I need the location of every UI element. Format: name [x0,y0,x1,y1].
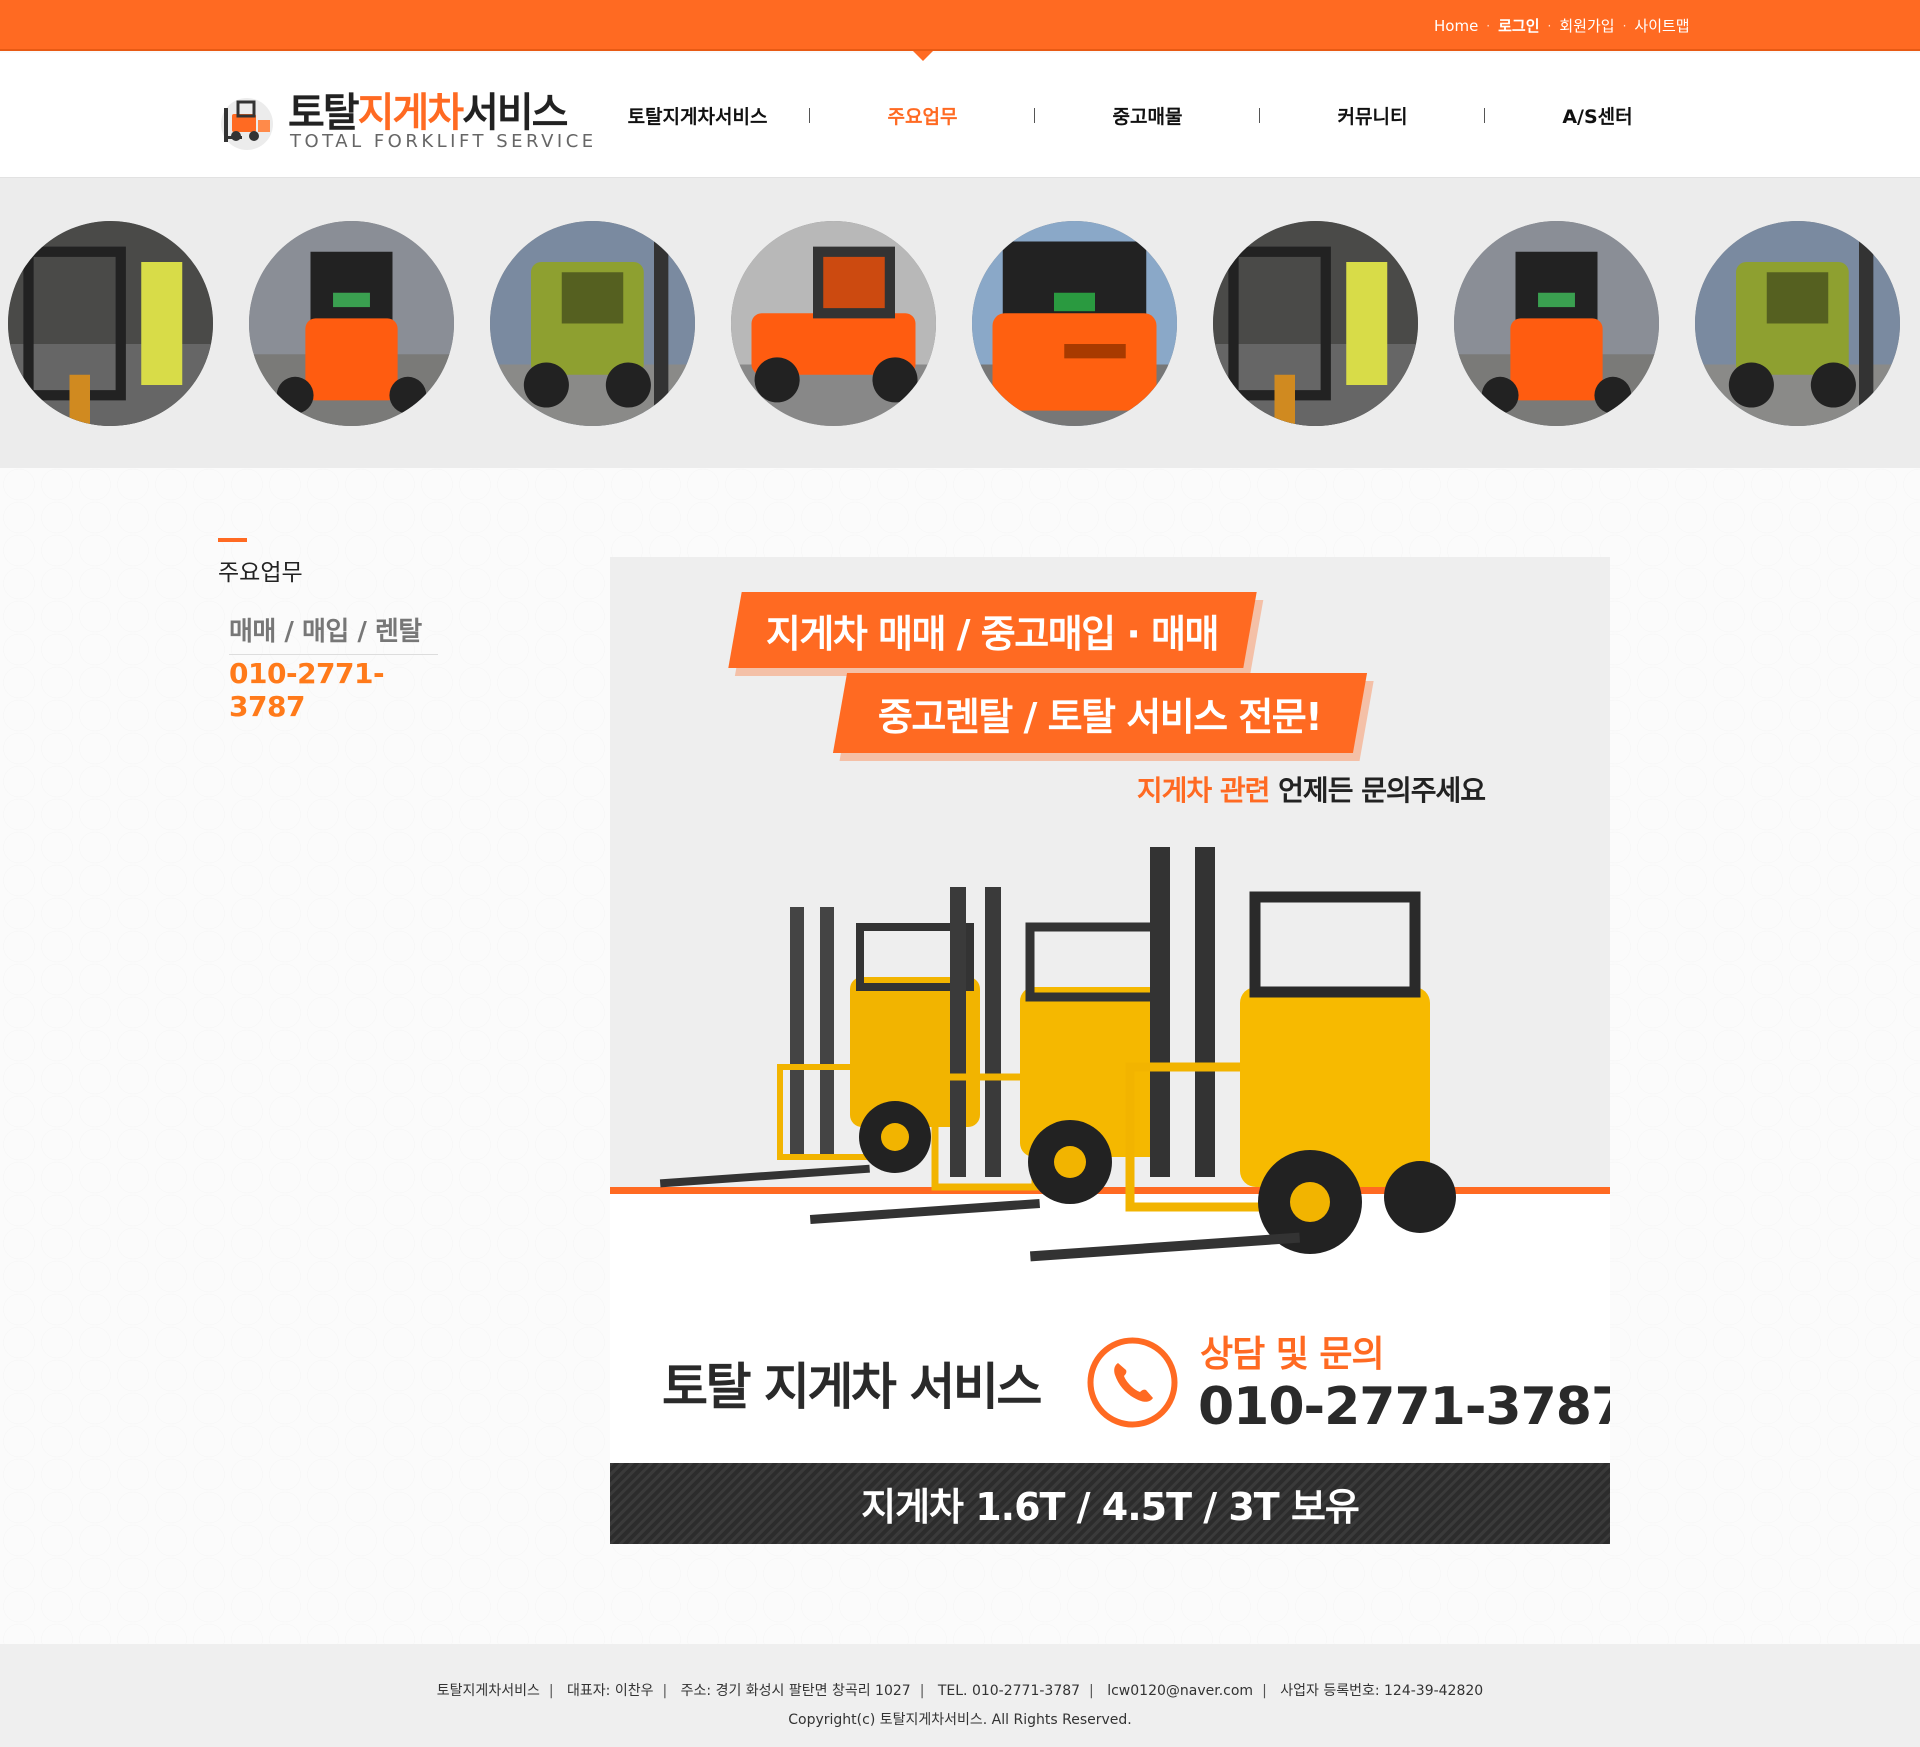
footer: 토탈지게차서비스 | 대표자: 이찬우 | 주소: 경기 화성시 팔탄면 창곡리 1… [0,1644,1920,1747]
banner-inventory-bar: 지게차 1.6T / 4.5T / 3T 보유 [610,1463,1610,1544]
sidebar-phone: 010-2771-3787 [229,654,438,723]
sidebar: 주요업무 매매 / 매입 / 렌탈 010-2771-3787 [218,538,448,723]
carousel-photo[interactable] [1695,221,1900,426]
footer-company-info: 토탈지게차서비스 | 대표자: 이찬우 | 주소: 경기 화성시 팔탄면 창곡리 1… [436,1683,1484,1699]
phone-icon [1087,1337,1178,1428]
carousel-photo[interactable] [490,221,695,426]
sidebar-accent-bar [218,538,247,542]
banner-ribbon-2: 중고렌탈 / 토탈 서비스 전문! [832,673,1368,753]
carousel-photo[interactable] [972,221,1177,426]
sidebar-title: 주요업무 [218,560,303,586]
banner-consult-label: 상담 및 문의 [1200,1334,1385,1375]
promo-banner: 지게차 매매 / 중고매입 · 매매 중고렌탈 / 토탈 서비스 전문! 지게차… [610,557,1610,1544]
carousel-photo[interactable] [249,221,454,426]
nav-item-community[interactable]: 커뮤니티 [1260,53,1485,178]
banner-company-name: 토탈 지게차 서비스 [662,1358,1042,1416]
footer-copyright: Copyright(c) 토탈지게차서비스. All Rights Reserv… [788,1712,1132,1728]
carousel-photo[interactable] [731,221,936,426]
site-logo[interactable]: 토탈지게차서비스 TOTAL FORKLIFT SERVICE [216,78,593,153]
carousel-photo[interactable] [1454,221,1659,426]
forklifts-illustration [659,847,1456,1262]
photo-carousel [0,178,1920,468]
sitemap-link[interactable]: 사이트맵 [1634,15,1689,36]
logo-title: 토탈지게차서비스 [288,90,568,136]
header: 토탈지게차서비스 TOTAL FORKLIFT SERVICE 토탈지게차서비스… [0,51,1920,178]
login-link[interactable]: 로그인 [1498,15,1539,36]
utility-nav: Home · 로그인 · 회원가입 · 사이트맵 [1434,15,1690,36]
main-content: 주요업무 매매 / 매입 / 렌탈 010-2771-3787 지게차 매매 /… [0,468,1920,1644]
nav-item-main-business[interactable]: 주요업무 [810,51,1035,178]
main-nav: 토탈지게차서비스 주요업무 중고매물 커뮤니티 A/S센터 [585,51,1710,178]
separator-dot: · [1622,18,1627,33]
sidebar-contact-box: 매매 / 매입 / 렌탈 010-2771-3787 [218,611,438,723]
logo-subtitle: TOTAL FORKLIFT SERVICE [290,131,597,152]
carousel-photo[interactable] [8,221,213,426]
forklift-logo-icon [221,98,273,150]
banner-ribbon-1: 지게차 매매 / 중고매입 · 매매 [728,592,1257,668]
sidebar-services: 매매 / 매입 / 렌탈 [229,617,422,647]
active-indicator-arrow [912,51,933,61]
top-utility-bar: Home · 로그인 · 회원가입 · 사이트맵 [0,0,1920,51]
banner-phone-number: 010-2771-3787 [1198,1377,1610,1437]
home-link[interactable]: Home [1434,17,1478,35]
nav-item-used-listings[interactable]: 중고매물 [1035,53,1260,178]
separator-dot: · [1486,18,1491,33]
carousel-photo[interactable] [1213,221,1418,426]
separator-dot: · [1547,18,1552,33]
nav-item-about[interactable]: 토탈지게차서비스 [585,53,810,178]
nav-item-as-center[interactable]: A/S센터 [1485,53,1710,178]
banner-tagline: 지게차 관련 언제든 문의주세요 [1136,774,1486,807]
signup-link[interactable]: 회원가입 [1559,15,1614,36]
